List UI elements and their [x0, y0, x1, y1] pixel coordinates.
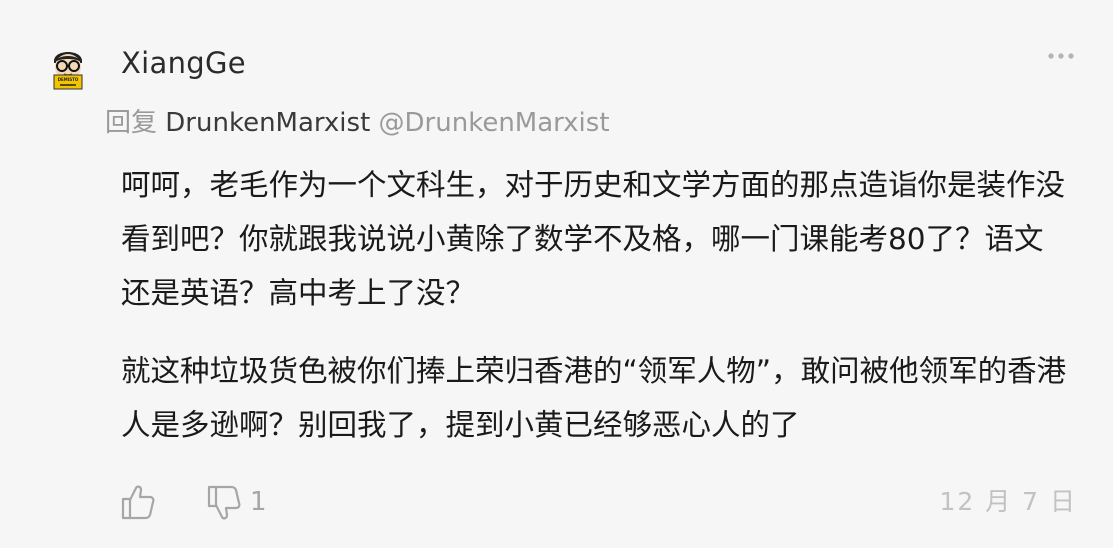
comment-date: 12 月 7 日: [939, 487, 1077, 516]
thumbs-down-icon: [207, 485, 241, 520]
reply-target-name[interactable]: DrunkenMarxist: [165, 108, 370, 138]
username[interactable]: XiangGe: [121, 44, 246, 82]
comment-card: DEMISTO XiangGe 回复 DrunkenMarxist @Drunk…: [0, 0, 1113, 548]
more-button[interactable]: [1044, 44, 1078, 70]
reply-line: 回复 DrunkenMarxist @DrunkenMarxist: [105, 104, 610, 142]
more-dots-icon: [1048, 53, 1074, 59]
dislike-button[interactable]: 1: [206, 482, 276, 522]
thumbs-up-icon: [121, 485, 155, 520]
comment-body: 呵呵，老毛作为一个文科生，对于历史和文学方面的那点造诣你是装作没看到吧？你就跟我…: [121, 158, 1071, 452]
comment-paragraph: 呵呵，老毛作为一个文科生，对于历史和文学方面的那点造诣你是装作没看到吧？你就跟我…: [121, 168, 1066, 310]
avatar[interactable]: DEMISTO: [48, 45, 88, 91]
svg-text:DEMISTO: DEMISTO: [58, 77, 79, 82]
dislike-count: 1: [250, 487, 267, 517]
like-button[interactable]: [120, 482, 156, 522]
cartoon-avatar-icon: DEMISTO: [53, 52, 83, 90]
reply-prefix: 回复: [105, 108, 158, 138]
comment-paragraph: 就这种垃圾货色被你们捧上荣归香港的“领军人物”，敢问被他领军的香港人是多逊啊？别…: [121, 354, 1067, 442]
reply-target-handle[interactable]: @DrunkenMarxist: [379, 108, 610, 138]
